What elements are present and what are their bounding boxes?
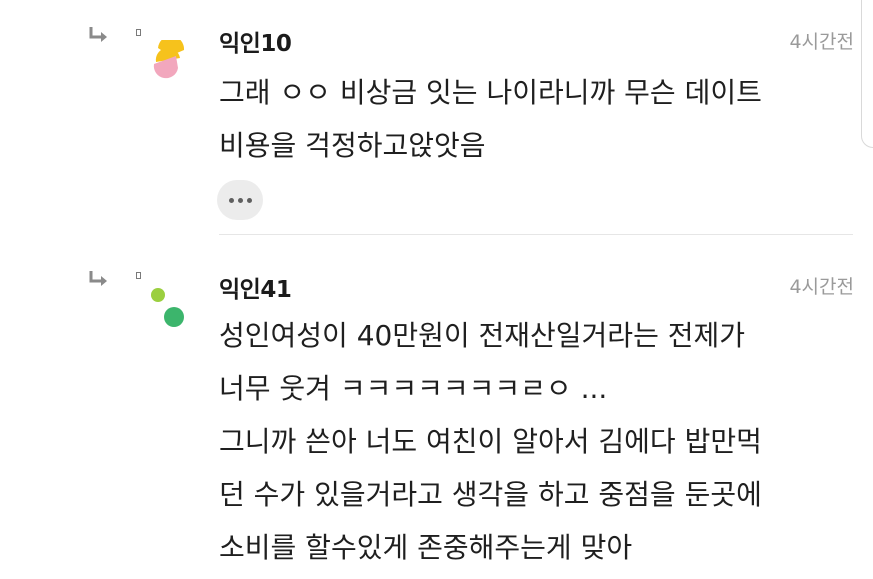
comment-text: 그래 ㅇㅇ 비상금 잇는 나이라니까 무슨 데이트 비용을 걱정하고앉앗음 [219, 66, 859, 172]
author-name[interactable]: 익인10 [219, 24, 292, 58]
comment-line: 그니까 쓴아 너도 여친이 알아서 김에다 밥만먹 [219, 425, 762, 458]
avatar-icon[interactable] [146, 284, 190, 328]
reply-arrow-icon[interactable] [88, 270, 110, 286]
more-options-button[interactable] [217, 180, 263, 220]
comment-item: 익인10 4시간전 그래 ㅇㅇ 비상금 잇는 나이라니까 무슨 데이트 비용을 … [0, 0, 873, 232]
reply-arrow-icon[interactable] [88, 26, 110, 42]
author-name[interactable]: 익인41 [219, 270, 292, 304]
comment-line: 비용을 걱정하고앉앗음 [219, 129, 486, 162]
ellipsis-icon [228, 197, 234, 203]
comment-line: 소비를 할수있게 존중해주는게 맞아 [219, 531, 633, 564]
comment-line: 너무 웃겨 ㅋㅋㅋㅋㅋㅋㅋㄹㅇ ... [219, 372, 608, 405]
comment-text: 성인여성이 40만원이 전재산일거라는 전제가 너무 웃겨 ㅋㅋㅋㅋㅋㅋㅋㄹㅇ … [219, 309, 859, 574]
comment-line: 그래 ㅇㅇ 비상금 잇는 나이라니까 무슨 데이트 [219, 76, 762, 109]
divider [219, 234, 853, 235]
comment-item: 익인41 4시간전 성인여성이 40만원이 전재산일거라는 전제가 너무 웃겨 … [0, 236, 873, 579]
avatar-icon[interactable] [146, 40, 190, 84]
comment-list: 익인10 4시간전 그래 ㅇㅇ 비상금 잇는 나이라니까 무슨 데이트 비용을 … [0, 0, 873, 579]
ellipsis-icon [237, 197, 243, 203]
marker-icon [136, 29, 141, 36]
timestamp: 4시간전 [789, 31, 854, 53]
scrollbar[interactable] [861, 0, 873, 148]
comment-line: 성인여성이 40만원이 전재산일거라는 전제가 [219, 319, 746, 352]
marker-icon [136, 272, 141, 279]
ellipsis-icon [246, 197, 252, 203]
comment-line: 던 수가 있을거라고 생각을 하고 중점을 둔곳에 [219, 478, 762, 511]
timestamp: 4시간전 [789, 276, 854, 298]
